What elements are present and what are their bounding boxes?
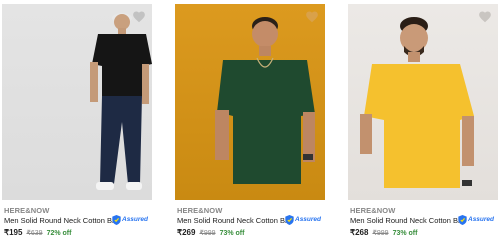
discount-label: 73% off [219, 230, 245, 237]
shield-icon [285, 214, 294, 225]
original-price: ₹999 [372, 230, 389, 237]
wishlist-button[interactable] [478, 10, 492, 24]
product-card[interactable]: HERE&NOW Men Solid Round Neck Cotton Bl.… [175, 0, 325, 240]
assured-label: Assured [122, 216, 149, 223]
product-brand: HERE&NOW [4, 206, 50, 215]
product-brand: HERE&NOW [177, 206, 223, 215]
product-image[interactable] [348, 4, 498, 200]
product-card[interactable]: HERE&NOW Men Solid Round Neck Cotton Bl.… [2, 0, 152, 240]
discount-label: 73% off [392, 230, 418, 237]
heart-icon [479, 11, 491, 23]
product-title[interactable]: Men Solid Round Neck Cotton Bl... [350, 216, 462, 225]
product-title[interactable]: Men Solid Round Neck Cotton Bl... [177, 216, 289, 225]
assured-badge: Assured [458, 214, 494, 225]
assured-label: Assured [295, 216, 322, 223]
assured-badge: Assured [112, 214, 148, 225]
selling-price: ₹195 [4, 228, 23, 237]
selling-price: ₹268 [350, 228, 369, 237]
price-row: ₹269 ₹999 73% off [177, 228, 244, 237]
discount-label: 72% off [46, 230, 72, 237]
selling-price: ₹269 [177, 228, 196, 237]
model-photo [360, 17, 474, 188]
price-row: ₹195 ₹639 72% off [4, 228, 71, 237]
price-row: ₹268 ₹999 73% off [350, 228, 417, 237]
original-price: ₹999 [199, 230, 216, 237]
model-photo [215, 17, 315, 184]
model-photo [90, 13, 152, 190]
product-image[interactable] [2, 4, 152, 200]
assured-label: Assured [468, 216, 495, 223]
product-card[interactable]: HERE&NOW Men Solid Round Neck Cotton Bl.… [348, 0, 498, 240]
original-price: ₹639 [26, 230, 43, 237]
shield-icon [112, 214, 121, 225]
assured-badge: Assured [285, 214, 321, 225]
product-brand: HERE&NOW [350, 206, 396, 215]
shield-icon [458, 214, 467, 225]
wishlist-button[interactable] [305, 10, 319, 24]
wishlist-button[interactable] [132, 10, 146, 24]
heart-icon [306, 11, 318, 23]
heart-icon [133, 11, 145, 23]
product-title[interactable]: Men Solid Round Neck Cotton Bl... [4, 216, 116, 225]
product-image[interactable] [175, 4, 325, 200]
